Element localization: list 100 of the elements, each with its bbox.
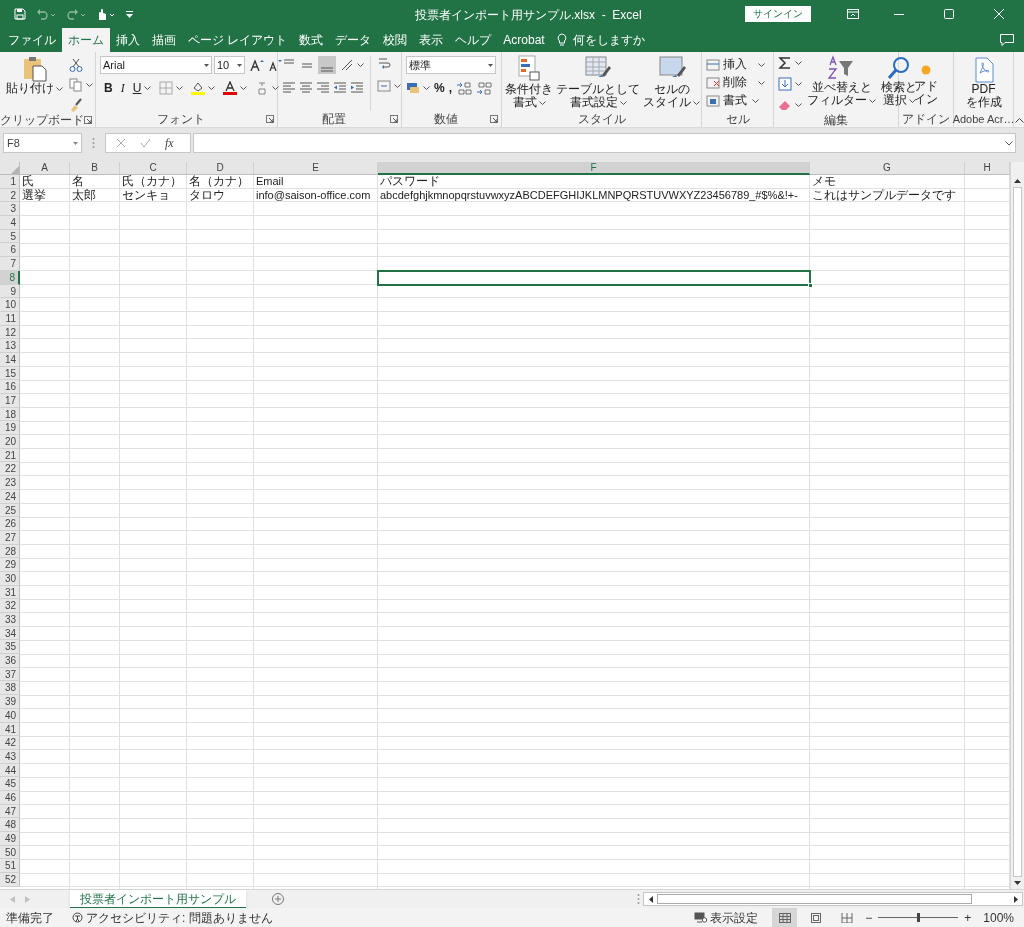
caret-icon[interactable] (357, 63, 364, 67)
caret-icon[interactable] (240, 86, 248, 90)
caret-icon[interactable] (73, 141, 78, 145)
percent-button[interactable]: % (434, 81, 445, 95)
row-header[interactable]: 32 (0, 599, 20, 613)
save-icon[interactable] (14, 8, 26, 20)
ribbon-display-icon[interactable] (847, 9, 859, 19)
decrease-decimal-icon[interactable] (476, 81, 492, 95)
row-header[interactable]: 52 (0, 873, 20, 887)
caret-icon[interactable] (488, 63, 493, 67)
ribbon-tab[interactable]: 数式 (293, 28, 330, 52)
caret-icon[interactable] (538, 100, 546, 105)
row-header[interactable]: 33 (0, 613, 20, 627)
scissors-icon[interactable] (69, 58, 83, 72)
font-size-field[interactable]: 10 (214, 56, 245, 74)
sign-in-button[interactable]: サインイン (745, 6, 811, 22)
dialog-launcher-icon[interactable] (266, 115, 274, 123)
row-header[interactable]: 16 (0, 380, 20, 394)
maximize-icon[interactable] (944, 9, 954, 19)
conditional-format-button[interactable]: 条件付き 書式 (505, 55, 553, 111)
row-header[interactable]: 6 (0, 243, 20, 258)
dialog-launcher-icon[interactable] (490, 115, 498, 123)
dialog-launcher-icon[interactable] (390, 115, 398, 123)
close-icon[interactable] (994, 9, 1004, 19)
bold-button[interactable]: B (104, 81, 113, 95)
increase-decimal-icon[interactable] (456, 81, 472, 95)
create-pdf-button[interactable]: PDF を作成 (965, 57, 1002, 111)
accessibility-status[interactable]: アクセシビリティ: 問題ありません (86, 908, 273, 927)
caret-icon[interactable] (619, 100, 627, 105)
caret-icon[interactable] (693, 100, 700, 105)
caret-icon[interactable] (869, 98, 876, 103)
row-header[interactable]: 13 (0, 339, 20, 353)
row-header[interactable]: 3 (0, 202, 20, 217)
expand-icon[interactable] (1005, 140, 1013, 146)
row-header[interactable]: 49 (0, 832, 20, 846)
sort-filter-button[interactable]: 並べ替えと フィルター (807, 55, 876, 112)
tell-me-field[interactable]: 何をしますか (572, 31, 645, 49)
decrease-indent-icon[interactable] (333, 81, 347, 95)
column-header[interactable]: C (120, 162, 187, 175)
page-break-icon[interactable] (840, 912, 853, 923)
cell-styles-button[interactable]: セルの スタイル (643, 55, 700, 111)
add-ins-button[interactable]: アド イン (914, 60, 938, 111)
fill-down-icon[interactable] (778, 77, 792, 91)
row-header[interactable]: 17 (0, 394, 20, 408)
caret-icon[interactable] (86, 83, 93, 87)
display-settings-button[interactable]: 表示設定 (694, 908, 759, 927)
customize-icon[interactable] (126, 10, 133, 18)
row-header[interactable]: 1 (0, 175, 20, 189)
delete-button[interactable]: 削除 (706, 75, 765, 90)
grow-font-icon[interactable] (250, 59, 264, 71)
row-header[interactable]: 38 (0, 681, 20, 696)
ribbon-tab[interactable]: 描画 (146, 28, 182, 52)
caret-icon[interactable] (795, 103, 802, 107)
column-header[interactable]: B (70, 162, 120, 175)
column-header[interactable]: A (20, 162, 70, 175)
ribbon-tab[interactable]: 挿入 (110, 28, 146, 52)
insert-button[interactable]: 挿入 (706, 57, 765, 72)
ribbon-tab[interactable]: データ (329, 28, 378, 52)
caret-icon[interactable] (758, 80, 765, 85)
italic-button[interactable]: I (120, 81, 125, 95)
collapse-ribbon-icon[interactable] (1014, 117, 1024, 123)
currency-icon[interactable] (406, 81, 420, 95)
caret-icon[interactable] (752, 98, 759, 103)
sum-icon[interactable] (778, 56, 792, 70)
ribbon-tab[interactable]: 校閲 (377, 28, 414, 52)
column-header[interactable]: D (187, 162, 254, 175)
scroll-up-icon[interactable] (1014, 179, 1021, 183)
comma-button[interactable]: , (448, 81, 452, 95)
column-header[interactable]: E (254, 162, 378, 175)
merge-cells-icon[interactable] (377, 79, 391, 93)
ribbon-tab[interactable]: ヘルプ (449, 28, 498, 52)
row-header[interactable]: 10 (0, 298, 20, 312)
row-header[interactable]: 48 (0, 818, 20, 832)
zoom-out-button[interactable]: − (865, 908, 873, 927)
ribbon-tab[interactable]: ホーム (62, 28, 110, 52)
scroll-right-icon[interactable] (1013, 895, 1018, 903)
normal-view-icon[interactable] (778, 912, 791, 923)
row-header[interactable]: 26 (0, 517, 20, 531)
row-header[interactable]: 7 (0, 257, 20, 271)
caret-icon[interactable] (758, 62, 765, 67)
caret-icon[interactable] (237, 63, 242, 67)
name-box[interactable]: F8 (3, 133, 82, 153)
caret-icon[interactable] (204, 63, 209, 67)
caret-icon[interactable] (144, 86, 152, 90)
scroll-down-icon[interactable] (1014, 881, 1021, 885)
caret-icon[interactable] (208, 86, 216, 90)
row-header[interactable]: 22 (0, 462, 20, 477)
caret-icon[interactable] (176, 86, 184, 90)
hand-icon[interactable] (96, 7, 116, 21)
dialog-launcher-icon[interactable] (84, 116, 92, 124)
row-header[interactable]: 35 (0, 640, 20, 655)
cell-cursor[interactable] (377, 269, 811, 286)
underline-button[interactable]: U (132, 81, 142, 95)
ribbon-tab[interactable]: ページ レイアウト (182, 28, 294, 52)
scroll-left-icon[interactable] (648, 895, 653, 903)
column-header[interactable]: G (810, 162, 965, 175)
brush-icon[interactable] (69, 98, 83, 112)
horizontal-scrollbar[interactable] (643, 892, 1023, 906)
format-button[interactable]: 書式 (706, 93, 765, 108)
shrink-font-icon[interactable] (268, 59, 282, 71)
